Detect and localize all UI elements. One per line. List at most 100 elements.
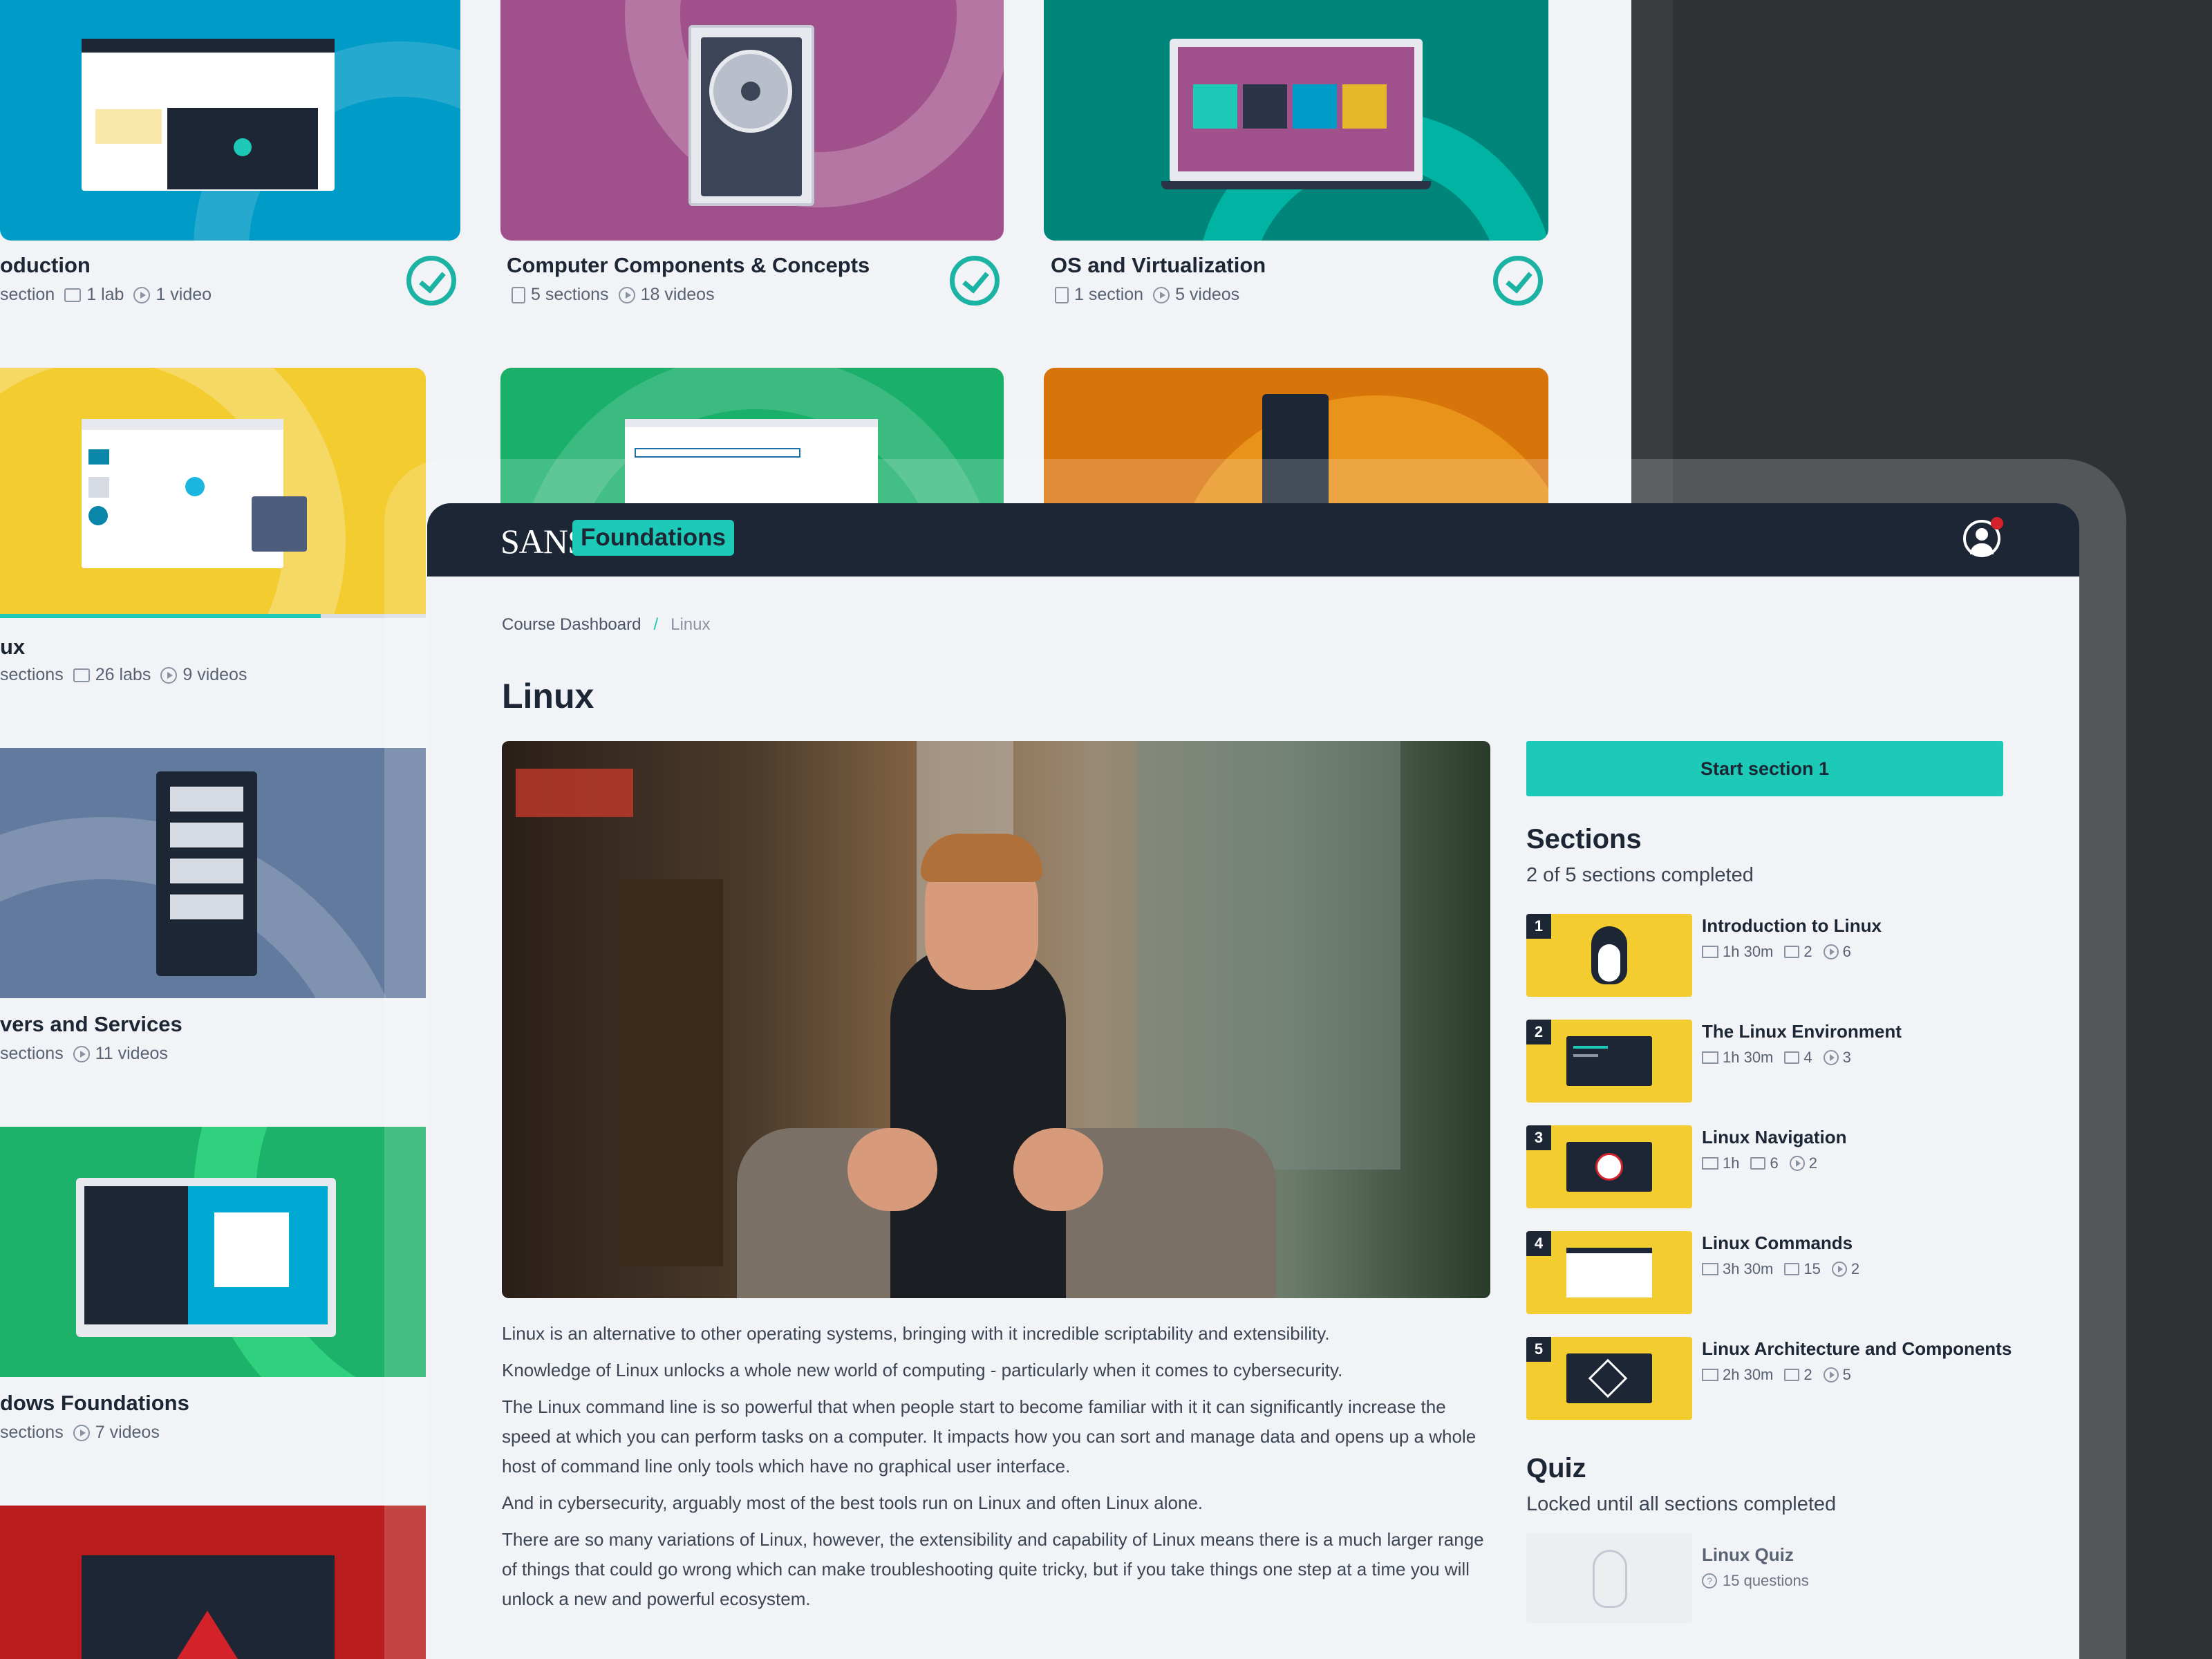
lab-icon	[1784, 1263, 1800, 1275]
lab-icon	[73, 668, 90, 682]
description-paragraph: Knowledge of Linux unlocks a whole new w…	[502, 1360, 1343, 1380]
section-number: 3	[1526, 1125, 1551, 1150]
video-icon	[1823, 1050, 1839, 1065]
course-meta: 5 sections 18 videos	[512, 285, 715, 305]
lab-icon	[1784, 946, 1800, 958]
laptop-illustration	[76, 1178, 336, 1337]
warning-icon	[177, 1611, 238, 1659]
course-meta: sections 26 labs 9 videos	[0, 665, 247, 684]
window-icon	[1566, 1248, 1652, 1297]
description-paragraph: Linux is an alternative to other operati…	[502, 1323, 1330, 1344]
section-title: The Linux Environment	[1702, 1021, 1902, 1042]
description-paragraph: And in cybersecurity, arguably most of t…	[502, 1492, 1203, 1513]
section-item[interactable]: 5 Linux Architecture and Components 2h 3…	[1526, 1337, 2012, 1420]
course-card-introduction[interactable]	[0, 0, 460, 241]
breadcrumb-separator: /	[653, 615, 659, 634]
section-icon	[512, 286, 525, 303]
section-icon	[1055, 286, 1069, 303]
windows-icon	[1293, 84, 1337, 129]
book-icon	[1702, 1369, 1718, 1381]
video-icon	[1831, 1262, 1847, 1277]
course-card-computer-components[interactable]	[500, 0, 1004, 241]
video-icon	[160, 666, 178, 684]
notification-dot	[1991, 517, 2003, 529]
windows-icon	[214, 1212, 289, 1287]
course-card-windows[interactable]	[0, 1127, 426, 1377]
compass-icon	[1595, 1153, 1623, 1181]
section-number: 2	[1526, 1020, 1551, 1044]
section-thumbnail: 5	[1526, 1337, 1692, 1420]
course-card-os-virtualization[interactable]	[1044, 0, 1548, 241]
breadcrumb-course-dashboard[interactable]: Course Dashboard	[502, 615, 641, 634]
completed-check-icon	[406, 256, 456, 306]
section-meta: 3h 30m 15 2	[1702, 1260, 1859, 1278]
section-item[interactable]: 3 Linux Navigation 1h 6 2	[1526, 1125, 2010, 1208]
description-paragraph: There are so many variations of Linux, h…	[502, 1529, 1484, 1609]
lab-icon	[1750, 1157, 1766, 1170]
section-item[interactable]: 2 The Linux Environment 1h 30m 4 3	[1526, 1020, 2010, 1103]
tux-icon	[1593, 1550, 1627, 1608]
course-card-servers[interactable]	[0, 748, 426, 998]
completed-check-icon	[950, 256, 1000, 306]
video-icon	[1153, 286, 1170, 303]
course-detail-window: SANS Foundations Course Dashboard / Linux …	[427, 503, 2079, 1659]
top-navbar: SANS Foundations	[427, 503, 2079, 577]
book-icon	[1702, 946, 1718, 958]
video-player[interactable]	[502, 741, 1490, 1298]
quiz-title: Linux Quiz	[1702, 1544, 1794, 1565]
course-meta: section 1 lab 1 video	[0, 285, 212, 304]
section-title: Linux Architecture and Components	[1702, 1338, 2012, 1359]
section-number: 4	[1526, 1231, 1551, 1256]
video-icon	[618, 286, 635, 303]
section-item[interactable]: 4 Linux Commands 3h 30m 15 2	[1526, 1231, 2010, 1314]
presenter	[890, 944, 1066, 1298]
section-thumbnail: 1	[1526, 914, 1692, 997]
course-progress-bar	[0, 614, 321, 618]
book-icon	[1702, 1051, 1718, 1064]
start-section-button[interactable]: Start section 1	[1526, 741, 2003, 796]
section-meta: 1h 30m 4 3	[1702, 1049, 1851, 1067]
apple-icon	[1243, 84, 1287, 129]
section-thumbnail: 2	[1526, 1020, 1692, 1103]
course-meta: sections 11 videos	[0, 1044, 168, 1063]
section-title: Linux Navigation	[1702, 1127, 1847, 1147]
question-icon: ?	[1702, 1573, 1717, 1588]
video-icon	[73, 1424, 90, 1441]
course-meta: sections 7 videos	[0, 1423, 160, 1442]
section-thumbnail: 3	[1526, 1125, 1692, 1208]
quiz-thumbnail	[1526, 1533, 1692, 1623]
foundations-badge[interactable]: Foundations	[572, 520, 734, 556]
quiz-status: Locked until all sections completed	[1526, 1493, 1837, 1515]
lab-icon	[1784, 1369, 1800, 1381]
video-icon	[73, 1045, 90, 1062]
course-title: dows Foundations	[0, 1391, 189, 1415]
section-meta: 2h 30m 2 5	[1702, 1366, 1851, 1384]
sections-progress: 2 of 5 sections completed	[1526, 864, 1754, 886]
completed-check-icon	[1493, 256, 1543, 306]
video-icon	[1823, 1367, 1839, 1382]
lab-icon	[1784, 1051, 1800, 1064]
section-title: Linux Commands	[1702, 1232, 1853, 1253]
server-rack-icon	[156, 771, 257, 976]
page-title: Linux	[502, 677, 594, 715]
section-item[interactable]: 1 Introduction to Linux 1h 30m 2 6	[1526, 914, 2010, 997]
course-meta: 1 section 5 videos	[1055, 285, 1239, 305]
course-description: Linux is an alternative to other operati…	[502, 1319, 1490, 1621]
course-title: vers and Services	[0, 1012, 182, 1036]
course-card-red[interactable]	[0, 1506, 426, 1659]
book-icon	[1702, 1263, 1718, 1275]
course-title: ux	[0, 635, 26, 659]
section-meta: 1h 30m 2 6	[1702, 943, 1851, 961]
quiz-meta: ? 15 questions	[1702, 1572, 1809, 1590]
course-card-linux[interactable]	[0, 368, 426, 618]
terminal-icon	[1566, 1036, 1652, 1086]
section-number: 1	[1526, 914, 1551, 939]
android-icon	[1193, 84, 1237, 129]
quiz-heading: Quiz	[1526, 1453, 1586, 1483]
laptop-illustration	[1170, 39, 1423, 182]
video-icon	[133, 286, 151, 303]
lab-icon	[64, 288, 82, 302]
video-icon	[1823, 944, 1839, 959]
breadcrumb-current: Linux	[671, 615, 711, 634]
screen-illustration	[82, 39, 335, 191]
